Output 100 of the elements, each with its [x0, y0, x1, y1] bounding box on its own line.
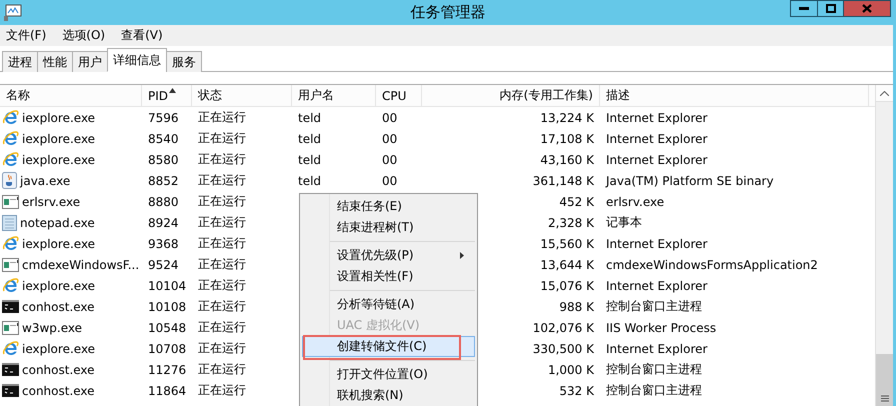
table-cell: 532 K	[559, 384, 594, 398]
caret-up-icon	[880, 90, 889, 96]
table-cell: 正在运行	[198, 319, 246, 336]
table-cell: 00	[382, 132, 398, 146]
column-header[interactable]: CPU	[376, 85, 422, 106]
table-cell: conhost.exe	[22, 300, 95, 314]
minimize-icon	[799, 7, 809, 10]
table-cell: 正在运行	[198, 235, 246, 252]
table-cell: Java(TM) Platform SE binary	[606, 174, 774, 188]
e-icon	[2, 109, 19, 126]
window-title: 任务管理器	[410, 3, 486, 22]
menu-item[interactable]: 查看(V)	[119, 27, 165, 44]
table-cell: 10104	[148, 278, 186, 292]
table-cell: 10108	[148, 300, 186, 314]
table-cell: 正在运行	[198, 130, 246, 147]
table-cell: 7596	[148, 110, 179, 124]
submenu-arrow-icon	[460, 252, 464, 259]
table-cell: 13,224 K	[540, 110, 594, 124]
table-cell: Internet Explorer	[606, 278, 708, 292]
table-cell: teld	[298, 152, 322, 166]
close-button[interactable]	[843, 0, 891, 17]
table-cell: 正在运行	[198, 172, 246, 189]
table-cell: Internet Explorer	[606, 110, 708, 124]
sort-arrow-icon	[169, 88, 176, 93]
menu-item[interactable]: 结束进程树(T)	[302, 217, 475, 238]
column-header[interactable]: 描述	[600, 85, 869, 106]
table-cell: 1,000 K	[548, 362, 594, 376]
table-cell: iexplore.exe	[22, 342, 96, 356]
table-cell: iexplore.exe	[22, 236, 96, 250]
scrollbar[interactable]	[875, 85, 893, 406]
table-cell: 15,560 K	[540, 236, 594, 250]
menu-item[interactable]: 联机搜索(N)	[302, 385, 475, 406]
table-cell: 正在运行	[198, 382, 246, 399]
tab[interactable]: 服务	[166, 51, 202, 72]
menu-item[interactable]: 文件(F)	[4, 27, 48, 44]
table-cell: teld	[298, 174, 322, 188]
table-cell: cmdexeWindowsF...	[22, 258, 140, 272]
table-cell: 00	[382, 152, 398, 166]
maximize-icon	[826, 4, 836, 13]
column-header[interactable]: 状态	[192, 85, 292, 106]
table-cell: 330,500 K	[532, 342, 594, 356]
table-cell: 控制台窗口主进程	[606, 298, 702, 315]
table-cell: 正在运行	[198, 109, 246, 126]
menu-item[interactable]: 设置优先级(P)	[302, 245, 475, 266]
table-cell: 2,328 K	[548, 216, 594, 230]
table-cell: erlsrv.exe	[22, 194, 80, 208]
table-cell: 9368	[148, 236, 179, 250]
table-cell: 正在运行	[198, 298, 246, 315]
table-cell: 452 K	[559, 194, 594, 208]
table-cell: java.exe	[20, 174, 70, 188]
minimize-button[interactable]	[790, 0, 818, 17]
table-cell: 8880	[148, 194, 179, 208]
tab[interactable]: 性能	[37, 51, 73, 72]
column-header[interactable]: PID	[142, 85, 192, 106]
tab[interactable]: 用户	[72, 51, 108, 72]
notepad-icon	[2, 214, 17, 231]
table-cell: 记事本	[606, 214, 642, 231]
maximize-button[interactable]	[817, 0, 844, 17]
table-cell: Internet Explorer	[606, 236, 708, 250]
column-header[interactable]: 内存(专用工作集)	[422, 85, 600, 106]
table-cell: 00	[382, 174, 398, 188]
menu-item[interactable]: 设置相关性(F)	[302, 266, 475, 287]
menu-item[interactable]: 打开文件位置(O)	[302, 364, 475, 385]
table-cell: 8580	[148, 152, 179, 166]
menu-item[interactable]: 结束任务(E)	[302, 196, 475, 217]
menu-item[interactable]: 创建转储文件(C)	[302, 336, 475, 357]
table-cell: Internet Explorer	[606, 152, 708, 166]
table-cell: teld	[298, 110, 322, 124]
table-cell: 361,148 K	[532, 174, 594, 188]
table-cell: w3wp.exe	[22, 320, 82, 334]
java-cup-icon	[2, 172, 17, 189]
menu-item[interactable]: 选项(O)	[60, 27, 108, 44]
table-cell: 102,076 K	[532, 320, 594, 334]
table-cell: 正在运行	[198, 340, 246, 357]
tab[interactable]: 进程	[2, 51, 38, 72]
table-cell: 控制台窗口主进程	[606, 382, 702, 399]
table-cell: 11276	[148, 362, 186, 376]
table-cell: 正在运行	[198, 214, 246, 231]
e-icon	[2, 235, 19, 252]
menu-item[interactable]: 分析等待链(A)	[302, 294, 475, 315]
table-cell: iexplore.exe	[22, 132, 96, 146]
tab[interactable]: 详细信息	[107, 48, 167, 72]
e-icon	[2, 340, 19, 357]
close-icon	[862, 4, 872, 13]
table-cell: Internet Explorer	[606, 132, 708, 146]
table-cell: 10548	[148, 320, 186, 334]
table-cell: iexplore.exe	[22, 110, 96, 124]
table-cell: 10708	[148, 342, 186, 356]
column-header[interactable]: 名称	[0, 85, 142, 106]
table-cell: notepad.exe	[20, 216, 95, 230]
table-cell: IIS Worker Process	[606, 320, 716, 334]
table-cell: cmdexeWindowsFormsApplication2	[606, 258, 818, 272]
table-cell: 正在运行	[198, 361, 246, 378]
table-cell: 43,160 K	[540, 152, 594, 166]
scroll-thumb[interactable]	[876, 354, 893, 406]
scroll-up-button[interactable]	[876, 85, 893, 102]
grip-icon	[880, 395, 888, 402]
table-cell: 15,076 K	[540, 278, 594, 292]
column-header[interactable]: 用户名	[292, 85, 376, 106]
table-cell: 11864	[148, 384, 186, 398]
